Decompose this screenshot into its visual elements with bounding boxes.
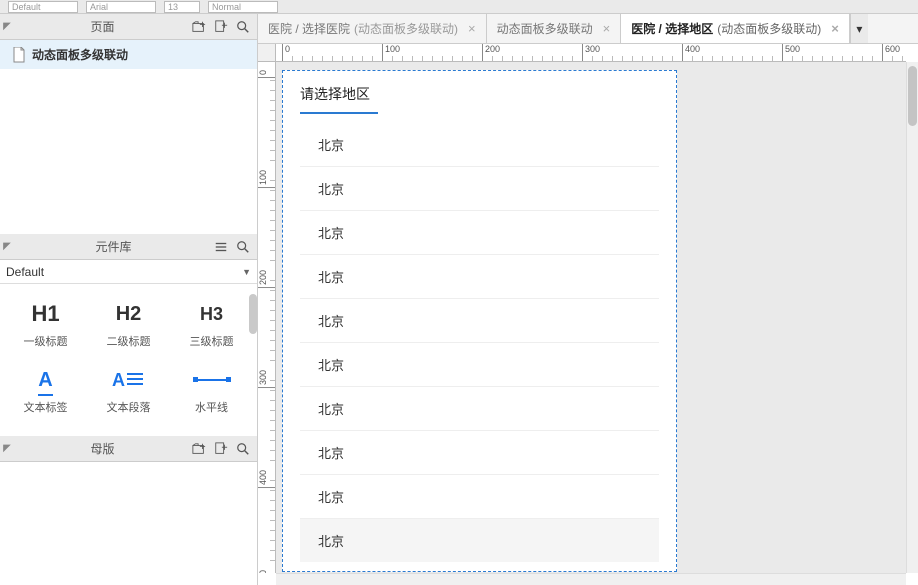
pages-panel-header: ◤ 页面 [0, 14, 257, 40]
heading-glyph: H3 [200, 297, 223, 331]
editor-tab[interactable]: 医院 / 选择地区(动态面板多级联动) × [621, 14, 850, 43]
app-top-toolbar: Default Arial 13 Normal [0, 0, 918, 14]
add-folder-icon[interactable] [191, 441, 207, 457]
widget-label: 二级标题 [107, 333, 151, 349]
editor-tabs: 医院 / 选择医院(动态面板多级联动)×动态面板多级联动×医院 / 选择地区(动… [258, 14, 918, 44]
masters-panel-header: ◤ 母版 [0, 436, 257, 462]
close-icon[interactable]: × [831, 21, 839, 36]
ruler-horizontal[interactable]: 0100200300400500600 [276, 44, 906, 62]
add-folder-icon[interactable] [191, 19, 207, 35]
region-option[interactable]: 北京 [300, 122, 659, 166]
text-label-glyph: A [38, 363, 52, 397]
tab-sublabel: (动态面板多级联动) [354, 20, 458, 37]
tab-label: 医院 / 选择地区 [631, 20, 713, 37]
search-icon[interactable] [235, 19, 251, 35]
widget-hrule[interactable]: 水平线 [170, 356, 253, 422]
canvas-scrollbar-horizontal[interactable] [276, 573, 906, 585]
add-master-icon[interactable] [213, 441, 229, 457]
library-selector[interactable]: Default ▼ [0, 260, 257, 284]
collapse-icon[interactable]: ◤ [0, 19, 14, 35]
region-title: 请选择地区 [300, 84, 370, 110]
widget-label: 文本标签 [24, 399, 68, 415]
region-option[interactable]: 北京 [300, 430, 659, 474]
search-icon[interactable] [235, 239, 251, 255]
tab-sublabel: (动态面板多级联动) [717, 20, 821, 37]
region-option[interactable]: 北京 [300, 386, 659, 430]
ruler-corner [258, 44, 276, 62]
library-scrollbar[interactable] [249, 294, 257, 334]
collapse-icon[interactable]: ◤ [0, 239, 14, 255]
heading-glyph: H1 [31, 297, 59, 331]
widget-label: 一级标题 [24, 333, 68, 349]
widget-label: 水平线 [195, 399, 228, 415]
canvas-scrollbar-vertical[interactable] [906, 62, 918, 573]
dynamic-panel[interactable]: 请选择地区 北京北京北京北京北京北京北京北京北京北京 [282, 70, 677, 572]
region-option[interactable]: 北京 [300, 298, 659, 342]
widget-label: 文本段落 [107, 399, 151, 415]
region-option[interactable]: 北京 [300, 166, 659, 210]
tab-label: 动态面板多级联动 [497, 20, 593, 37]
region-option[interactable]: 北京 [300, 210, 659, 254]
widget-label: 三级标题 [190, 333, 234, 349]
heading-glyph: H2 [116, 297, 142, 331]
region-option-list: 北京北京北京北京北京北京北京北京北京北京 [282, 120, 677, 572]
weight-combo[interactable]: Normal [208, 1, 278, 13]
font-combo[interactable]: Arial [86, 1, 156, 13]
page-item-label: 动态面板多级联动 [32, 46, 128, 63]
left-sidebar: ◤ 页面 动态面板多级联动 ◤ 元件库 Default ▼ [0, 14, 258, 585]
library-menu-icon[interactable] [213, 239, 229, 255]
widget-alabel[interactable]: A 文本标签 [4, 356, 87, 422]
region-underline [300, 112, 378, 114]
masters-tree [0, 462, 257, 585]
page-icon [12, 47, 26, 63]
canvas-viewport[interactable]: 请选择地区 北京北京北京北京北京北京北京北京北京北京 [276, 62, 906, 573]
library-selector-label: Default [6, 265, 238, 279]
region-header: 请选择地区 [282, 70, 677, 120]
masters-panel-title: 母版 [14, 440, 191, 457]
tab-label: 医院 / 选择医院 [268, 20, 350, 37]
tabs-scroll-right[interactable]: ▾ [850, 14, 868, 43]
editor-tab[interactable]: 动态面板多级联动 × [487, 14, 622, 43]
widget-apara[interactable]: A 文本段落 [87, 356, 170, 422]
ruler-vertical[interactable]: 0100200300400500 [258, 62, 276, 573]
pages-panel-title: 页面 [14, 18, 191, 35]
editor-area: 医院 / 选择医院(动态面板多级联动)×动态面板多级联动×医院 / 选择地区(动… [258, 14, 918, 585]
editor-tab[interactable]: 医院 / 选择医院(动态面板多级联动) × [258, 14, 487, 43]
library-panel-header: ◤ 元件库 [0, 234, 257, 260]
library-panel-title: 元件库 [14, 238, 213, 255]
widget-library: H1 一级标题 H2 二级标题 H3 三级标题 A 文本标签 A 文本段落 水平线 [0, 284, 257, 436]
pages-tree: 动态面板多级联动 [0, 40, 257, 234]
search-icon[interactable] [235, 441, 251, 457]
chevron-down-icon: ▼ [242, 267, 251, 277]
hrule-glyph [195, 363, 229, 397]
fontsize-combo[interactable]: 13 [164, 1, 200, 13]
add-page-icon[interactable] [213, 19, 229, 35]
region-option[interactable]: 北京 [300, 518, 659, 562]
widget-h1[interactable]: H1 一级标题 [4, 290, 87, 356]
region-option[interactable]: 北京 [300, 342, 659, 386]
region-option[interactable]: 北京 [300, 474, 659, 518]
page-item[interactable]: 动态面板多级联动 [0, 40, 257, 69]
region-option[interactable]: 北京 [300, 254, 659, 298]
close-icon[interactable]: × [603, 21, 611, 36]
widget-h3[interactable]: H3 三级标题 [170, 290, 253, 356]
widget-h2[interactable]: H2 二级标题 [87, 290, 170, 356]
collapse-icon[interactable]: ◤ [0, 441, 14, 457]
paragraph-glyph: A [112, 363, 145, 397]
close-icon[interactable]: × [468, 21, 476, 36]
style-combo[interactable]: Default [8, 1, 78, 13]
